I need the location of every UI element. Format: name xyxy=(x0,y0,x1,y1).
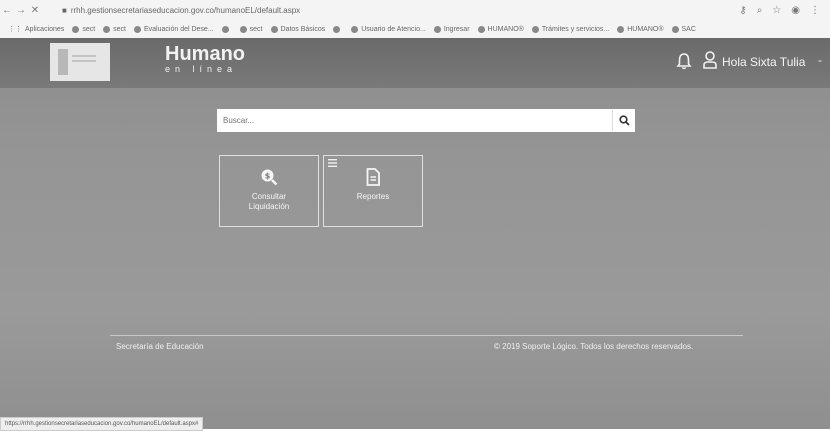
footer-divider xyxy=(110,335,743,336)
globe-icon xyxy=(221,25,229,33)
globe-icon xyxy=(72,25,80,33)
bookmark-apps[interactable]: ⋮⋮ Aplicaciones xyxy=(8,25,64,34)
profile-icon[interactable]: ◉ xyxy=(791,5,800,16)
globe-icon xyxy=(134,25,141,33)
magnifier-icon xyxy=(618,115,630,126)
bookmark-item[interactable]: HUMANO® xyxy=(477,25,524,33)
globe-icon xyxy=(239,25,247,33)
logo-text-lines xyxy=(72,55,96,65)
browser-address-bar: ← → ✕ ■ rrhh.gestionsecretariaseducacion… xyxy=(0,0,830,20)
search-bar xyxy=(217,109,635,132)
app-root: Humano en línea Hola Sixta Tulia - $ xyxy=(0,38,830,429)
globe-icon xyxy=(617,25,625,33)
logo-emblem xyxy=(58,49,68,75)
key-icon[interactable]: ⚷ xyxy=(739,5,746,16)
globe-icon xyxy=(477,25,485,33)
back-button[interactable]: ← xyxy=(0,5,14,16)
star-icon[interactable]: ☆ xyxy=(772,5,781,16)
globe-icon xyxy=(270,25,278,33)
bookmark-item[interactable] xyxy=(333,25,343,33)
search-input[interactable] xyxy=(217,109,612,132)
top-navbar: Humano en línea Hola Sixta Tulia - xyxy=(0,38,830,88)
lock-icon: ■ xyxy=(62,5,67,15)
user-greeting[interactable]: Hola Sixta Tulia xyxy=(722,55,805,69)
svg-text:$: $ xyxy=(265,172,271,181)
tile-consultar-liquidacion[interactable]: $ Consultar Liquidación xyxy=(219,155,319,227)
stop-button[interactable]: ✕ xyxy=(28,5,42,16)
globe-icon xyxy=(671,25,679,33)
tile-label: Consultar Liquidación xyxy=(248,192,290,211)
document-icon xyxy=(366,168,380,186)
menu-icon[interactable]: ⋮ xyxy=(810,5,820,16)
bookmark-item[interactable]: Evaluación del Dese... xyxy=(134,25,214,33)
globe-icon xyxy=(531,25,539,33)
brand-logo[interactable]: Humano en línea xyxy=(165,44,245,74)
bookmark-item[interactable]: HUMANO® xyxy=(617,25,664,33)
bell-icon[interactable] xyxy=(676,52,692,70)
bookmark-item[interactable]: sect xyxy=(103,25,126,33)
footer-copyright: © 2019 Soporte Lógico. Todos los derecho… xyxy=(494,342,694,351)
bookmark-item[interactable]: Datos Básicos xyxy=(270,25,325,33)
tile-label: Reportes xyxy=(356,192,390,201)
search-icon[interactable]: ⌕ xyxy=(757,5,763,16)
bookmark-item[interactable]: Usuario de Atencio... xyxy=(351,25,426,33)
bookmark-item[interactable]: Ingresar xyxy=(433,25,470,33)
hamburger-icon[interactable] xyxy=(328,159,337,167)
apps-icon: ⋮⋮ xyxy=(8,26,22,33)
tile-reportes[interactable]: Reportes xyxy=(323,155,423,227)
institution-logo[interactable] xyxy=(50,43,110,81)
bookmark-item[interactable]: sect xyxy=(72,25,95,33)
forward-button[interactable]: → xyxy=(14,5,28,16)
bookmarks-bar: ⋮⋮ Aplicaciones sect sect Evaluación del … xyxy=(0,20,830,39)
globe-icon xyxy=(433,25,441,33)
user-icon[interactable] xyxy=(702,50,718,70)
url-field[interactable]: rrhh.gestionsecretariaseducacion.gov.co/… xyxy=(71,6,740,15)
globe-icon xyxy=(333,25,341,33)
globe-icon xyxy=(351,25,359,33)
search-button[interactable] xyxy=(612,110,635,131)
bookmark-item[interactable]: SAC xyxy=(671,25,696,33)
brand-title: Humano xyxy=(165,43,245,65)
bookmark-item[interactable]: sect xyxy=(239,25,263,33)
bookmark-item[interactable] xyxy=(221,25,232,33)
brand-subtitle: en línea xyxy=(165,64,238,74)
user-menu-toggle[interactable]: - xyxy=(818,53,822,67)
globe-icon xyxy=(103,25,111,33)
bookmark-item[interactable]: Trámites y servicios... xyxy=(531,25,609,33)
footer-left-text: Secretaría de Educación xyxy=(116,342,204,351)
search-dollar-icon: $ xyxy=(261,169,278,186)
